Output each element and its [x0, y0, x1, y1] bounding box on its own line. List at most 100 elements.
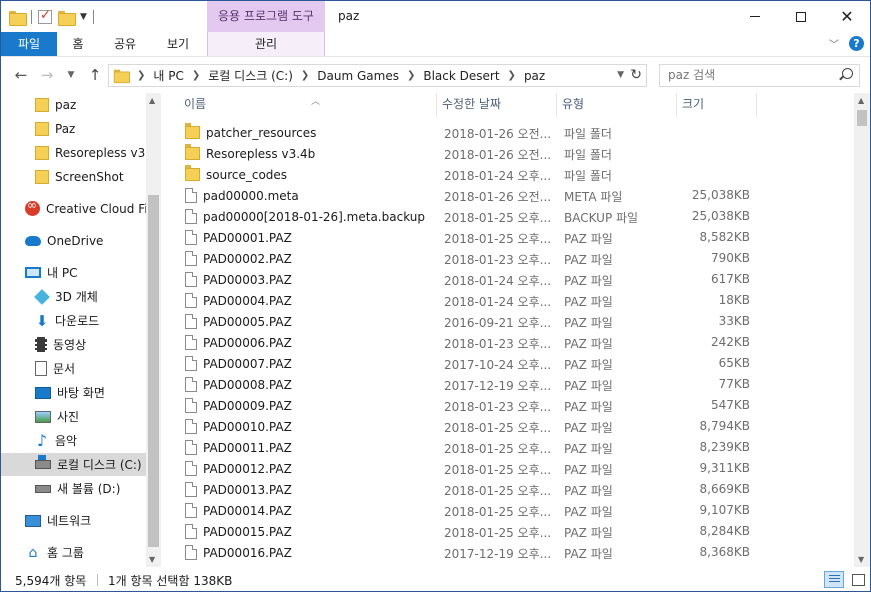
- search-input[interactable]: paz 검색: [659, 64, 860, 87]
- table-row[interactable]: PAD00009.PAZ 2018-01-23 오후... PAZ 파일 547KB: [171, 395, 854, 416]
- tab-home[interactable]: 홈: [57, 32, 99, 56]
- nav-scroll-thumb[interactable]: [148, 195, 159, 547]
- sidebar-item[interactable]: Paz: [1, 117, 146, 140]
- chevron-down-icon[interactable]: ▼: [617, 70, 624, 80]
- details-view-icon[interactable]: [824, 571, 844, 588]
- file-name: PAD00006.PAZ: [203, 335, 292, 350]
- sidebar-item[interactable]: ⬇ 다운로드: [1, 309, 146, 332]
- file-icon: [185, 398, 197, 413]
- nav-scrollbar[interactable]: ▲ ▼: [146, 93, 161, 567]
- sidebar-item[interactable]: 문서: [1, 357, 146, 380]
- scroll-up-icon[interactable]: ▲: [149, 96, 155, 105]
- chevron-right-icon[interactable]: ❯: [508, 70, 516, 81]
- sidebar-item[interactable]: 로컬 디스크 (C:): [1, 453, 146, 476]
- breadcrumb-daum-games[interactable]: Daum Games: [317, 69, 399, 83]
- table-row[interactable]: PAD00005.PAZ 2016-09-21 오후... PAZ 파일 33KB: [171, 311, 854, 332]
- sidebar-item[interactable]: ⌂ 홈 그룹: [1, 541, 146, 564]
- table-row[interactable]: Resorepless v3.4b 2018-01-26 오전... 파일 폴더: [171, 143, 854, 164]
- date-modified: 2018-01-23 오후...: [444, 400, 552, 414]
- date-modified: 2018-01-23 오후...: [444, 337, 552, 351]
- expand-ribbon-icon[interactable]: ﹀: [829, 36, 839, 51]
- refresh-icon[interactable]: ↻: [630, 67, 642, 83]
- file-size: 242KB: [710, 335, 750, 349]
- table-row[interactable]: PAD00004.PAZ 2018-01-24 오후... PAZ 파일 18KB: [171, 290, 854, 311]
- sidebar-item[interactable]: 내 PC: [1, 261, 146, 284]
- search-icon[interactable]: [842, 68, 853, 79]
- sidebar-item[interactable]: 사진: [1, 405, 146, 428]
- table-row[interactable]: PAD00013.PAZ 2018-01-25 오후... PAZ 파일 8,669K…: [171, 479, 854, 500]
- column-header-type[interactable]: 유형: [557, 93, 677, 117]
- table-row[interactable]: PAD00001.PAZ 2018-01-25 오후... PAZ 파일 8,582K…: [171, 227, 854, 248]
- sidebar-item[interactable]: OneDrive: [1, 229, 146, 252]
- table-row[interactable]: PAD00007.PAZ 2017-10-24 오후... PAZ 파일 65KB: [171, 353, 854, 374]
- date-modified: 2018-01-24 오후...: [444, 169, 552, 183]
- status-divider: [97, 574, 98, 586]
- maximize-button[interactable]: [778, 1, 824, 32]
- sidebar-item[interactable]: 새 볼륨 (D:): [1, 477, 146, 500]
- sidebar-item[interactable]: 바탕 화면: [1, 381, 146, 404]
- new-folder-icon[interactable]: [58, 10, 76, 26]
- folder-icon[interactable]: [9, 10, 27, 26]
- table-row[interactable]: PAD00015.PAZ 2018-01-25 오후... PAZ 파일 8,284K…: [171, 521, 854, 542]
- table-row[interactable]: PAD00002.PAZ 2018-01-23 오후... PAZ 파일 790KB: [171, 248, 854, 269]
- column-header-name[interactable]: 이름 ︿: [179, 93, 437, 117]
- table-row[interactable]: source_codes 2018-01-24 오후... 파일 폴더: [171, 164, 854, 185]
- large-icons-view-icon[interactable]: [848, 571, 868, 588]
- minimize-button[interactable]: [732, 1, 778, 32]
- sort-ascending-icon: ︿: [311, 97, 321, 107]
- table-row[interactable]: PAD00006.PAZ 2018-01-23 오후... PAZ 파일 242KB: [171, 332, 854, 353]
- sidebar-item-label: 사진: [57, 410, 80, 424]
- close-button[interactable]: ✕: [824, 1, 870, 32]
- recent-locations-button[interactable]: ▼: [61, 64, 81, 86]
- table-row[interactable]: pad00000.meta 2018-01-26 오전... META 파일 25,0…: [171, 185, 854, 206]
- list-scroll-thumb[interactable]: [857, 110, 867, 126]
- chevron-right-icon[interactable]: ❯: [301, 70, 309, 81]
- breadcrumb-local-disk[interactable]: 로컬 디스크 (C:): [208, 67, 293, 84]
- table-row[interactable]: PAD00010.PAZ 2018-01-25 오후... PAZ 파일 8,794K…: [171, 416, 854, 437]
- tab-share[interactable]: 공유: [102, 32, 148, 56]
- breadcrumb-this-pc[interactable]: 내 PC: [153, 67, 183, 84]
- column-header-size[interactable]: 크기: [677, 93, 757, 117]
- table-row[interactable]: PAD00012.PAZ 2018-01-25 오후... PAZ 파일 9,311K…: [171, 458, 854, 479]
- tab-file[interactable]: 파일: [1, 32, 57, 56]
- sidebar-item[interactable]: ♪ 음악: [1, 429, 146, 452]
- sidebar-item[interactable]: 동영상: [1, 333, 146, 356]
- scroll-down-icon[interactable]: ▼: [149, 555, 155, 564]
- file-size: 8,794KB: [699, 419, 750, 433]
- tab-manage[interactable]: 관리: [207, 32, 325, 56]
- sidebar-item[interactable]: Creative Cloud Files: [1, 197, 146, 220]
- chevron-right-icon[interactable]: ❯: [137, 70, 145, 81]
- scroll-up-icon[interactable]: ▲: [858, 96, 864, 105]
- chevron-right-icon[interactable]: ❯: [407, 70, 415, 81]
- breadcrumb-black-desert[interactable]: Black Desert: [423, 69, 499, 83]
- table-row[interactable]: PAD00011.PAZ 2018-01-25 오후... PAZ 파일 8,239K…: [171, 437, 854, 458]
- sidebar-item[interactable]: ScreenShot: [1, 165, 146, 188]
- forward-button[interactable]: →: [37, 64, 57, 86]
- table-row[interactable]: PAD00014.PAZ 2018-01-25 오후... PAZ 파일 9,107K…: [171, 500, 854, 521]
- column-header-date[interactable]: 수정한 날짜: [437, 93, 557, 117]
- back-button[interactable]: ←: [11, 64, 31, 86]
- scroll-down-icon[interactable]: ▼: [858, 555, 864, 564]
- table-row[interactable]: PAD00016.PAZ 2017-12-19 오후... PAZ 파일 8,368K…: [171, 542, 854, 563]
- breadcrumb-paz[interactable]: paz: [524, 69, 545, 83]
- help-icon[interactable]: ?: [849, 36, 864, 51]
- properties-icon[interactable]: [38, 8, 52, 24]
- file-name: PAD00011.PAZ: [203, 440, 292, 455]
- sidebar-item[interactable]: paz: [1, 93, 146, 116]
- sidebar-item[interactable]: 네트워크: [1, 509, 146, 532]
- list-scrollbar[interactable]: ▲ ▼: [854, 93, 870, 567]
- address-bar[interactable]: ❯ 내 PC ❯ 로컬 디스크 (C:) ❯ Daum Games ❯ Blac…: [108, 64, 647, 87]
- file-name: PAD00002.PAZ: [203, 251, 292, 266]
- table-row[interactable]: PAD00003.PAZ 2018-01-24 오후... PAZ 파일 617KB: [171, 269, 854, 290]
- sidebar-item[interactable]: 3D 개체: [1, 285, 146, 308]
- chevron-right-icon[interactable]: ❯: [192, 70, 200, 81]
- tab-view[interactable]: 보기: [154, 32, 202, 56]
- file-name-cell: PAD00012.PAZ: [185, 458, 292, 479]
- table-row[interactable]: patcher_resources 2018-01-26 오전... 파일 폴더: [171, 122, 854, 143]
- sidebar-item[interactable]: Resorepless v3.4b: [1, 141, 146, 164]
- up-button[interactable]: ↑: [85, 64, 105, 86]
- qat-customize-icon[interactable]: ▼: [80, 12, 87, 22]
- table-row[interactable]: pad00000[2018-01-26].meta.backup 2018-01-…: [171, 206, 854, 227]
- table-row[interactable]: PAD00008.PAZ 2017-12-19 오후... PAZ 파일 77KB: [171, 374, 854, 395]
- sidebar-item-label: 3D 개체: [55, 290, 98, 304]
